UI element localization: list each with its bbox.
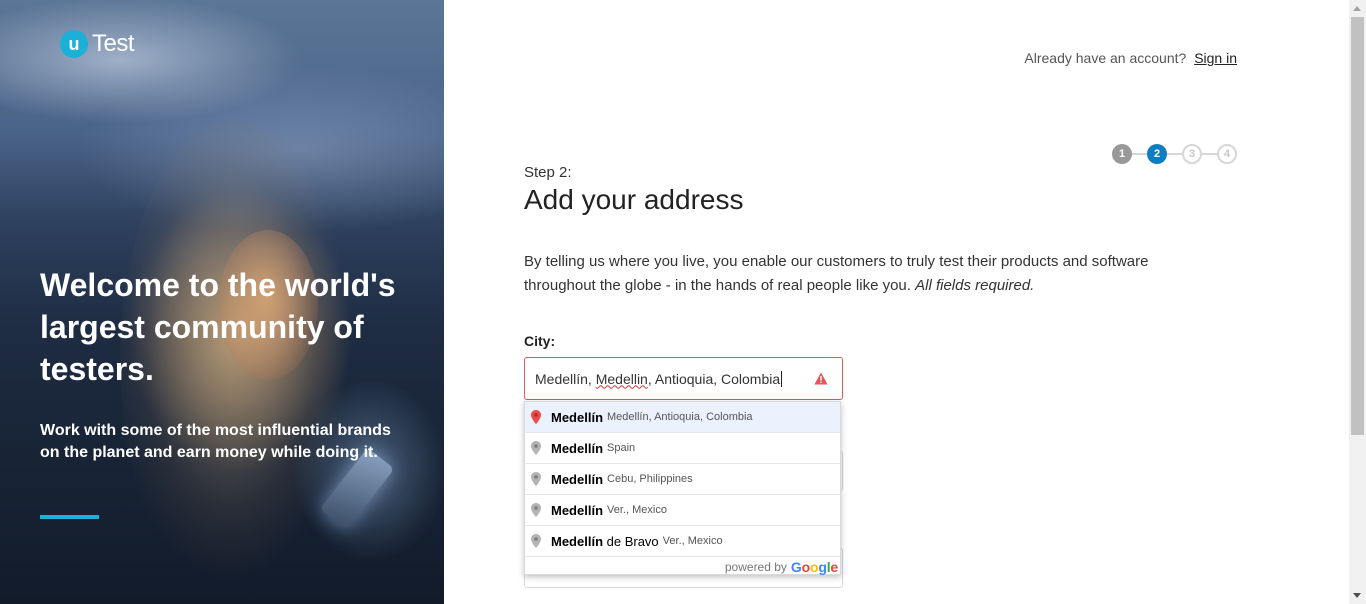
autocomplete-secondary: Ver., Mexico bbox=[607, 504, 667, 516]
location-pin-icon bbox=[531, 503, 541, 517]
google-logo: Google bbox=[790, 559, 838, 575]
warning-icon bbox=[814, 372, 828, 385]
autocomplete-main: Medellín bbox=[551, 441, 603, 456]
autocomplete-rest: de Bravo bbox=[603, 533, 659, 549]
progress-stepper: 1 2 3 4 bbox=[1112, 144, 1237, 164]
location-pin-icon bbox=[531, 472, 541, 486]
autocomplete-match: Medellín bbox=[551, 502, 604, 518]
autocomplete-item[interactable]: Medellín Medellín, Antioquia, Colombia bbox=[525, 402, 840, 433]
city-label: City: bbox=[524, 333, 556, 349]
step-connector bbox=[1202, 153, 1217, 155]
autocomplete-secondary: Ver., Mexico bbox=[662, 535, 723, 547]
step-4: 4 bbox=[1217, 144, 1237, 164]
autocomplete-attribution: powered by Google bbox=[525, 557, 840, 577]
logo-text: Test bbox=[92, 30, 135, 57]
city-autocomplete-dropdown: Medellín Medellín, Antioquia, Colombia M… bbox=[524, 401, 841, 575]
step-label: Step 2: bbox=[524, 164, 572, 181]
autocomplete-main: Medellín bbox=[551, 503, 603, 518]
scroll-thumb[interactable] bbox=[1351, 17, 1364, 435]
hero-title: Welcome to the world's largest community… bbox=[40, 267, 396, 387]
autocomplete-secondary: Spain bbox=[607, 442, 636, 454]
step-2: 2 bbox=[1147, 144, 1167, 164]
step-connector bbox=[1132, 153, 1147, 155]
autocomplete-secondary: Medellín, Antioquia, Colombia bbox=[607, 411, 753, 423]
step-3: 3 bbox=[1182, 144, 1202, 164]
utest-logo[interactable]: u Test bbox=[60, 30, 135, 58]
signin-prompt: Already have an account? Sign in bbox=[1024, 50, 1237, 66]
city-value-part-1: Medellín, bbox=[535, 370, 596, 387]
hero-panel: u Test Welcome to the world's largest co… bbox=[0, 0, 444, 604]
autocomplete-match: Medellín bbox=[551, 533, 604, 549]
location-pin-icon bbox=[531, 441, 541, 455]
scroll-up-arrow-icon[interactable] bbox=[1353, 6, 1361, 11]
intro-required-note: All fields required. bbox=[915, 277, 1035, 294]
autocomplete-match: Medellín bbox=[551, 440, 604, 456]
autocomplete-item[interactable]: Medellín de Bravo Ver., Mexico bbox=[525, 526, 840, 557]
autocomplete-item[interactable]: Medellín Ver., Mexico bbox=[525, 495, 840, 526]
location-pin-icon bbox=[531, 410, 541, 424]
intro-text: By telling us where you live, you enable… bbox=[524, 250, 1224, 298]
autocomplete-main: Medellín bbox=[551, 410, 603, 425]
hero-subtitle: Work with some of the most influential b… bbox=[40, 422, 391, 461]
step-1: 1 bbox=[1112, 144, 1132, 164]
account-prompt-text: Already have an account? bbox=[1024, 50, 1187, 66]
powered-by-text: powered by bbox=[724, 560, 787, 574]
hero-accent-rule bbox=[40, 515, 99, 519]
autocomplete-match: Medellín bbox=[551, 471, 604, 487]
autocomplete-item[interactable]: Medellín Spain bbox=[525, 433, 840, 464]
location-pin-icon bbox=[531, 534, 541, 548]
autocomplete-secondary: Cebu, Philippines bbox=[607, 473, 693, 485]
logo-badge: u bbox=[60, 30, 88, 58]
autocomplete-main: Medellín de Bravo bbox=[551, 534, 659, 549]
signin-link[interactable]: Sign in bbox=[1194, 50, 1237, 66]
autocomplete-match: Medellín bbox=[551, 409, 604, 425]
text-caret bbox=[781, 370, 783, 387]
city-value-part-3: , Antioquia, Colombia bbox=[647, 370, 781, 387]
city-input[interactable]: Medellín, Medellin , Antioquia, Colombia bbox=[524, 357, 843, 400]
autocomplete-item[interactable]: Medellín Cebu, Philippines bbox=[525, 464, 840, 495]
city-value-misspelled: Medellin bbox=[595, 370, 648, 387]
step-connector bbox=[1167, 153, 1182, 155]
scroll-down-arrow-icon[interactable] bbox=[1353, 593, 1361, 598]
page-scrollbar[interactable] bbox=[1349, 0, 1366, 604]
intro-body: By telling us where you live, you enable… bbox=[524, 253, 1149, 294]
autocomplete-main: Medellín bbox=[551, 472, 603, 487]
page-title: Add your address bbox=[524, 184, 744, 215]
